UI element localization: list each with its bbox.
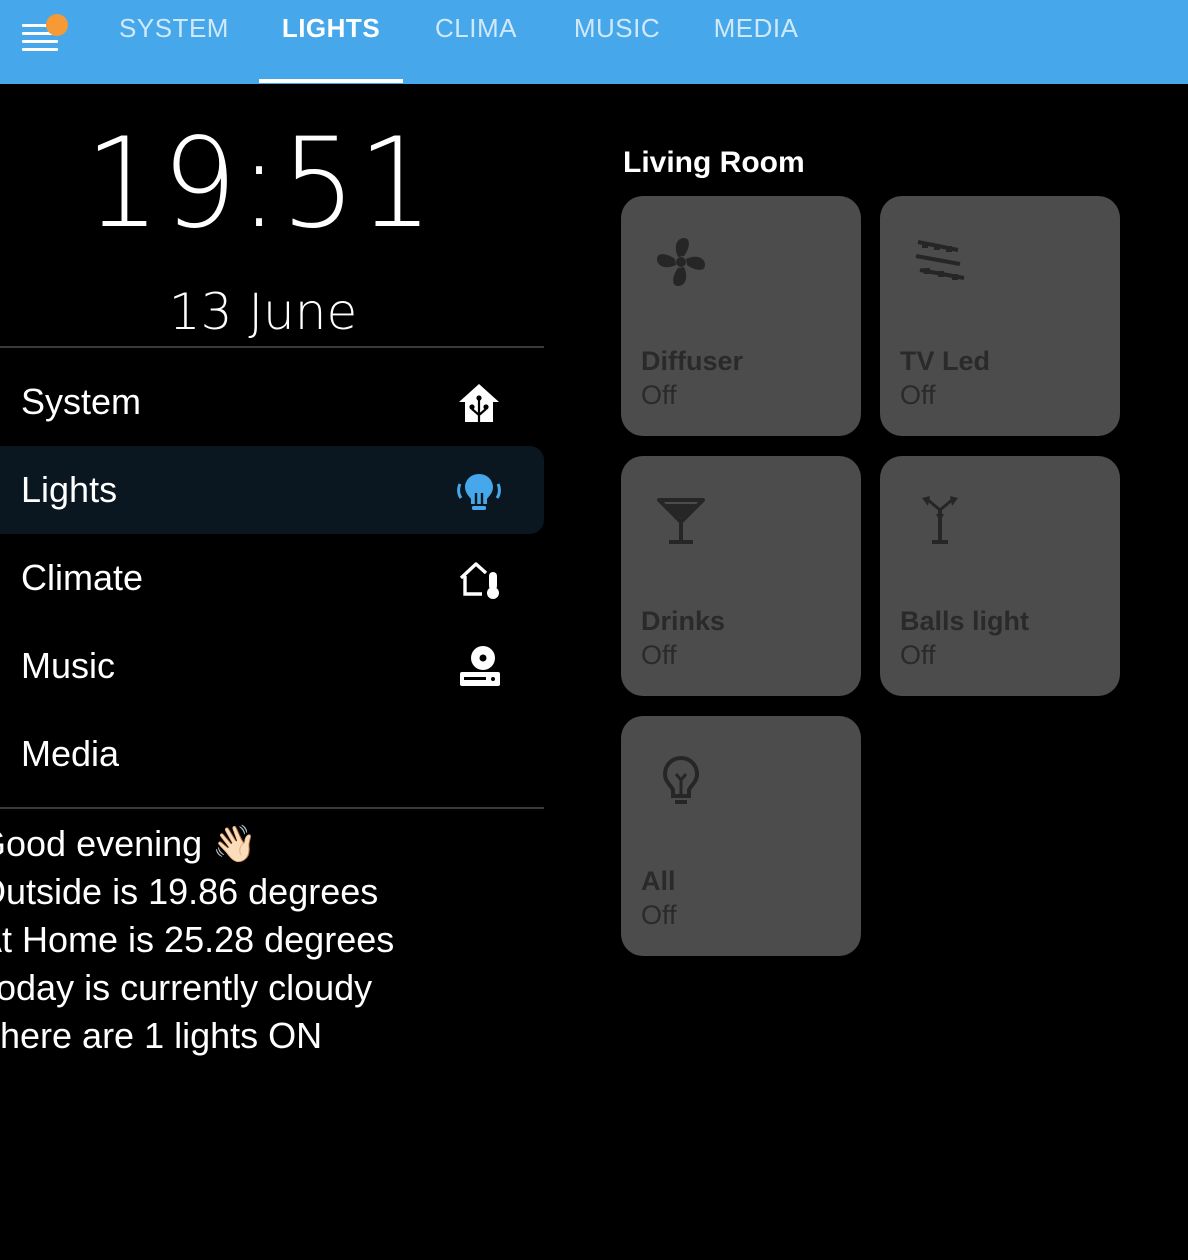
sidebar-item-label: Music (21, 645, 116, 686)
clock-date: 13 June (168, 283, 358, 341)
active-tab-indicator (259, 79, 403, 83)
home-assistant-icon (459, 384, 499, 422)
lightbulb-group-icon (457, 474, 501, 510)
sidebar-item-climate[interactable]: Climate (0, 534, 544, 622)
sidebar-item-system[interactable]: System (0, 358, 544, 446)
tile-state: Off (641, 640, 677, 670)
sidebar-item-media[interactable]: Media (0, 710, 544, 798)
string-lights-icon (922, 496, 958, 544)
fan-icon (657, 238, 705, 286)
status-summary: Good evening 👋🏻 Outside is 19.86 degrees… (0, 820, 394, 1060)
glass-cocktail-icon (657, 498, 705, 544)
tile-name: TV Led (900, 346, 991, 376)
tile-state: Off (900, 380, 936, 410)
sidebar-item-label: Lights (21, 469, 118, 510)
section-title: Living Room (623, 146, 805, 179)
tile-state: Off (900, 640, 936, 670)
tile-balls-light[interactable]: Balls light Off (880, 456, 1120, 696)
divider (0, 346, 544, 348)
home-temperature-line: At Home is 25.28 degrees (0, 919, 395, 960)
tab-lights[interactable]: LIGHTS (259, 0, 403, 84)
menu-button[interactable] (20, 14, 72, 51)
tile-name: Diffuser (641, 346, 744, 376)
tile-name: All (641, 866, 676, 896)
led-strip-icon (915, 240, 965, 280)
lights-on-line: There are 1 lights ON (0, 1015, 323, 1056)
weather-line: Today is currently cloudy (0, 967, 373, 1008)
top-app-bar: SYSTEM LIGHTS CLIMA MUSIC MEDIA (0, 0, 1188, 84)
sidebar-item-label: Climate (21, 557, 144, 598)
sidebar-item-label: Media (21, 733, 120, 774)
tab-media[interactable]: MEDIA (698, 0, 814, 84)
tile-state: Off (641, 380, 677, 410)
tab-system[interactable]: SYSTEM (104, 0, 244, 84)
tile-tv-led[interactable]: TV Led Off (880, 196, 1120, 436)
speaker-icon (460, 646, 500, 686)
sidebar-item-label: System (21, 381, 142, 422)
tab-music[interactable]: MUSIC (556, 0, 678, 84)
clock-time: 19:51 (84, 110, 436, 256)
tile-name: Drinks (641, 606, 726, 636)
tile-name: Balls light (900, 606, 1030, 636)
lightbulb-icon (662, 755, 700, 804)
tile-drinks[interactable]: Drinks Off (621, 456, 861, 696)
sidebar-item-lights[interactable]: Lights (0, 446, 544, 534)
tab-clima[interactable]: CLIMA (418, 0, 534, 84)
notification-dot (46, 14, 68, 36)
outside-temperature-line: Outside is 19.86 degrees (0, 871, 379, 912)
tile-state: Off (641, 900, 677, 930)
tile-all[interactable]: All Off (621, 716, 861, 956)
sidebar-item-music[interactable]: Music (0, 622, 544, 710)
tile-diffuser[interactable]: Diffuser Off (621, 196, 861, 436)
divider (0, 807, 544, 809)
greeting-line: Good evening 👋🏻 (0, 823, 257, 864)
home-thermometer-icon (459, 562, 499, 599)
